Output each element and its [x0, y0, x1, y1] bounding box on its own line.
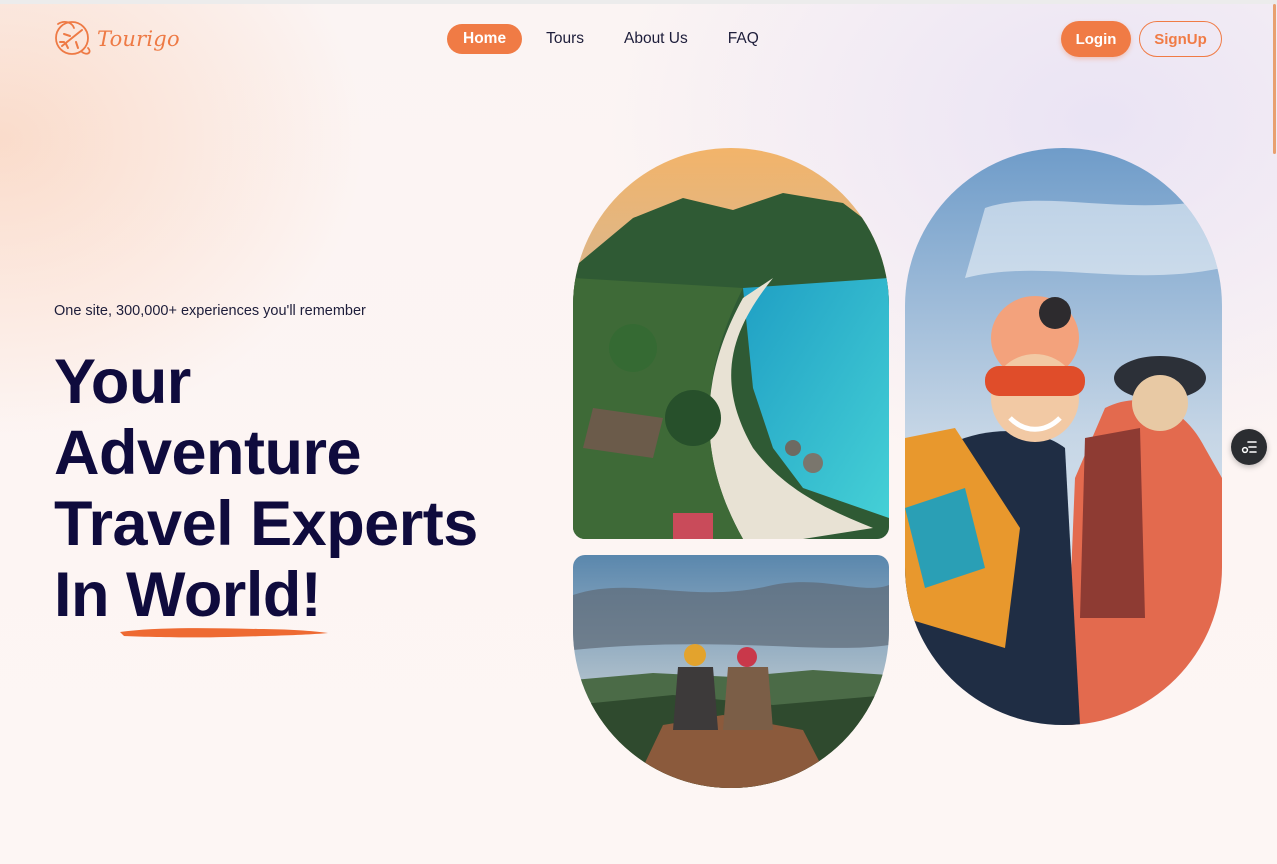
- signup-button[interactable]: SignUp: [1139, 21, 1222, 57]
- nav-about-us[interactable]: About Us: [608, 24, 704, 54]
- top-border: [0, 0, 1277, 4]
- mountain-summit-hikers-photo: [573, 555, 889, 788]
- nav-faq[interactable]: FAQ: [712, 24, 775, 54]
- smiling-hikers-photo: [905, 148, 1222, 725]
- hero-tagline: One site, 300,000+ experiences you'll re…: [54, 303, 366, 319]
- hero-title-line-2: Adventure: [54, 418, 362, 488]
- tropical-beach-photo: [573, 148, 889, 539]
- nav-tours[interactable]: Tours: [530, 24, 600, 54]
- scrollbar-thumb[interactable]: [1273, 4, 1276, 154]
- list-settings-icon: [1241, 441, 1257, 454]
- login-button[interactable]: Login: [1061, 21, 1131, 57]
- hero-title-line-3: Travel Experts: [54, 489, 478, 559]
- plane-compass-logo-icon: [55, 21, 91, 55]
- hero-title-line-1: Your: [54, 347, 191, 417]
- hero-title-line-4: In World!: [54, 560, 554, 638]
- hero-title: Your Adventure Travel Experts In World!: [54, 347, 554, 638]
- settings-list-button[interactable]: [1231, 429, 1267, 465]
- brand-name: Tourigo: [97, 27, 180, 51]
- hero-title-highlight-text: World!: [126, 560, 322, 630]
- nav-home[interactable]: Home: [447, 24, 523, 54]
- brand-logo[interactable]: Tourigo: [52, 16, 180, 62]
- hero-title-prefix: In: [54, 560, 126, 630]
- main-nav: Home Tours About Us FAQ: [447, 24, 783, 54]
- hero-title-highlight: World!: [120, 560, 328, 638]
